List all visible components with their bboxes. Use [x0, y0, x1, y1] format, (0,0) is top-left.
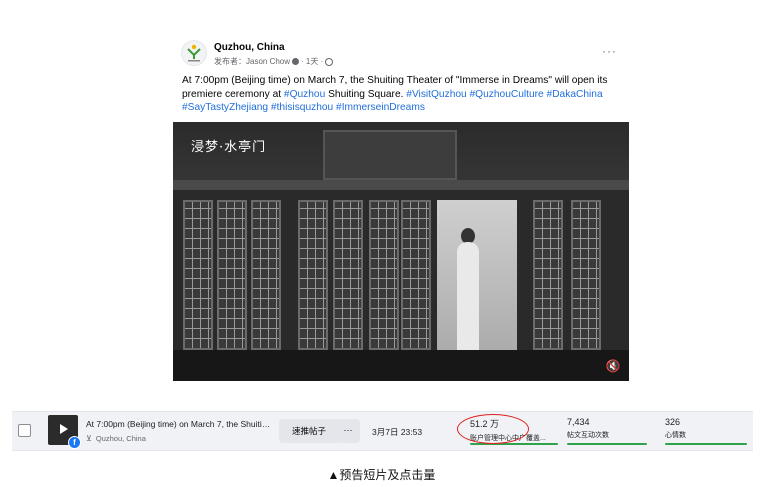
- video-player[interactable]: 浸梦·水亭门 🔇: [173, 122, 629, 381]
- image-caption: ▲预告短片及点击量: [327, 468, 436, 482]
- post-text: At 7:00pm (Beijing time) on March 7, the…: [182, 74, 620, 115]
- post-more-button[interactable]: ···: [602, 44, 617, 58]
- pin-icon: ⊻: [86, 434, 92, 443]
- lattice-window: [251, 200, 281, 350]
- video-scene-beam: [173, 180, 629, 190]
- page-name[interactable]: Quzhou, China: [214, 42, 285, 53]
- globe-icon: [325, 57, 334, 66]
- post-header: Quzhou, China 发布者：Jason Chow · 1天 · ···: [173, 36, 629, 70]
- metric-reactions: 326 心情数: [665, 417, 745, 440]
- lattice-window: [333, 200, 363, 350]
- info-icon: [292, 58, 300, 65]
- post-time[interactable]: · 1天 ·: [301, 56, 323, 67]
- highlight-circle: [457, 414, 529, 444]
- metric-bar: [665, 443, 747, 445]
- quzhou-logo-icon: [187, 44, 201, 62]
- video-scene-floor: [173, 350, 629, 381]
- row-more-button[interactable]: ···: [336, 419, 360, 443]
- lattice-window: [533, 200, 563, 350]
- metric-label: 心情数: [665, 432, 686, 439]
- video-scene-sign: [323, 130, 457, 180]
- row-post-title[interactable]: At 7:00pm (Beijing time) on March 7, the…: [86, 419, 274, 429]
- lattice-window: [401, 200, 431, 350]
- post-insights-row: f At 7:00pm (Beijing time) on March 7, t…: [12, 411, 753, 451]
- lattice-window: [183, 200, 213, 350]
- video-logo: 浸梦·水亭门: [191, 140, 267, 155]
- lattice-window: [298, 200, 328, 350]
- metric-engagement: 7,434 帖文互动次数: [567, 417, 657, 440]
- post-meta: 发布者：Jason Chow · 1天 ·: [214, 56, 334, 67]
- hashtag-quzhou[interactable]: #Quzhou: [284, 89, 325, 100]
- boost-post-button[interactable]: 速推帖子: [279, 419, 339, 443]
- facebook-icon: f: [68, 436, 81, 449]
- post-text-part-2: Shuiting Square.: [325, 88, 407, 100]
- lattice-window: [369, 200, 399, 350]
- row-checkbox[interactable]: [18, 424, 31, 437]
- row-page-name: Quzhou, China: [95, 434, 146, 443]
- author-text[interactable]: 发布者：Jason Chow: [214, 56, 290, 67]
- lattice-window: [571, 200, 601, 350]
- row-page: ⊻ Quzhou, China: [86, 434, 146, 443]
- play-icon: [60, 424, 68, 434]
- facebook-post: Quzhou, China 发布者：Jason Chow · 1天 · ··· …: [173, 36, 629, 381]
- lattice-window: [217, 200, 247, 350]
- metric-bar: [567, 443, 647, 445]
- row-date: 3月7日 23:53: [372, 427, 423, 437]
- metric-label: 帖文互动次数: [567, 432, 609, 439]
- mute-icon[interactable]: 🔇: [605, 359, 621, 373]
- metric-value: 326: [665, 417, 681, 427]
- metric-value: 7,434: [567, 417, 590, 427]
- page-avatar[interactable]: [181, 40, 207, 66]
